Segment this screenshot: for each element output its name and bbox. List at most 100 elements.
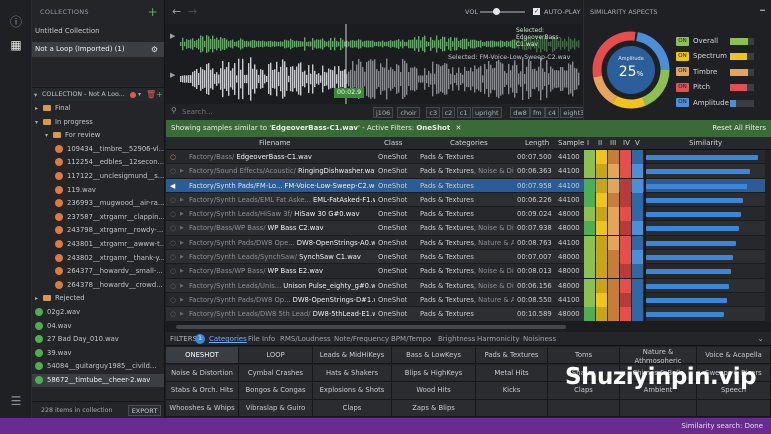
color-dot-icon[interactable] <box>130 92 136 98</box>
collection-item[interactable]: Untitled Collection <box>32 24 164 39</box>
filter-tab[interactable]: Note/Frequency <box>334 332 389 346</box>
gear-icon[interactable]: ⚙ <box>151 42 158 57</box>
playing-icon[interactable]: ◀ <box>170 179 180 193</box>
tree-file[interactable]: 117122__unclesigmund__s... <box>32 170 164 184</box>
play-circle-icon[interactable]: ○ <box>170 207 180 221</box>
aspect-toggle[interactable]: ON <box>676 36 689 46</box>
category-filter[interactable]: Vibraslap & Guiro <box>239 399 313 418</box>
play-icon[interactable]: ▶ <box>180 207 184 221</box>
vertical-scrollbar[interactable] <box>765 150 771 322</box>
table-row[interactable]: ○ ▶ Factory/Bass/WP Bass/WP Bass E2.wav One… <box>166 264 771 279</box>
category-filter[interactable]: Bass & LowKeys <box>392 347 476 365</box>
category-filter[interactable]: ONESHOT <box>166 347 239 365</box>
col-sample[interactable]: Sample <box>555 137 584 150</box>
category-filter[interactable]: Cymbal Crashes <box>239 364 313 382</box>
category-filter[interactable]: Blips & HighKeys <box>392 364 476 382</box>
info-icon[interactable]: ⓘ <box>8 14 24 29</box>
tree-file[interactable]: 58672__timtube__cheer-2.wav <box>32 373 164 388</box>
tag-chip[interactable]: j106 <box>373 107 394 118</box>
delete-icon[interactable]: 🗑 <box>146 88 156 102</box>
tag-chip[interactable]: c3 <box>426 107 441 118</box>
export-button[interactable]: EXPORT <box>128 405 161 416</box>
play-icon[interactable]: ▶ <box>180 293 184 307</box>
table-row[interactable]: ○ ▶ Factory/Synth Leads/Unis... Unison Puls… <box>166 278 771 293</box>
col-iii[interactable]: III <box>607 137 616 150</box>
chevron-down-icon[interactable]: ▾ <box>45 129 53 143</box>
chevron-right-icon[interactable]: ▸ <box>35 102 43 116</box>
category-filter[interactable]: LOOP <box>239 347 313 365</box>
col-categories[interactable]: Categories <box>447 137 488 150</box>
aspect-row[interactable]: ON Overall <box>676 36 766 47</box>
tree-file[interactable]: 243801__xtrgamr__awww-t... <box>32 238 164 252</box>
tree-file[interactable]: 236993__mugwood__air-ra... <box>32 197 164 211</box>
filter-tab[interactable]: Harmonicity <box>477 332 519 346</box>
tree-file[interactable]: 237587__xtrgamr__clappin... <box>32 211 164 225</box>
play-icon[interactable]: ▶ <box>180 236 184 250</box>
chevron-down-icon[interactable]: ⌄ <box>757 332 764 346</box>
tree-file[interactable]: 243802__xtrgamr__thank-y... <box>32 252 164 266</box>
col-ii[interactable]: II <box>595 137 602 150</box>
col-filename[interactable]: Filename <box>256 137 291 150</box>
category-filter[interactable]: Bongos & Congas <box>239 382 313 400</box>
chevron-down-icon[interactable]: ▾ <box>138 88 141 102</box>
tree-folder[interactable]: ▸ Rejected <box>32 292 164 306</box>
tree-file[interactable]: 02g2.wav <box>32 306 164 320</box>
table-row[interactable]: ○ Factory/Bass/EdgeoverBass-C1.wav OneShot… <box>166 150 771 165</box>
close-panel-icon[interactable]: ━ <box>760 6 765 15</box>
tree-file[interactable]: 112254__edbles__12secon... <box>32 156 164 170</box>
play-icon[interactable]: ▶ <box>180 221 184 235</box>
tag-chip[interactable]: c1 <box>456 107 471 118</box>
tag-chip[interactable]: choir <box>397 107 420 118</box>
tree-file[interactable]: 264377__howardv__small-... <box>32 265 164 279</box>
play-icon[interactable]: ▶ <box>180 193 184 207</box>
category-filter[interactable]: Wood Hits <box>392 382 476 400</box>
tree-file[interactable]: 04.wav <box>32 320 164 334</box>
aspect-toggle[interactable]: ON <box>676 98 689 108</box>
filter-tab[interactable]: Categories <box>209 332 247 346</box>
scrollbar-thumb[interactable] <box>176 325 566 329</box>
aspect-toggle[interactable]: ON <box>676 67 689 77</box>
category-filter[interactable]: Explosions & Shots <box>313 382 392 400</box>
tree-file[interactable]: 39.wav <box>32 347 164 361</box>
filter-tab[interactable]: Brightness <box>438 332 475 346</box>
filter-tab[interactable]: Noisiness <box>523 332 556 346</box>
tree-file[interactable]: 27 Bad Day_010.wav <box>32 333 164 347</box>
tree-folder[interactable]: ▾ In progress <box>32 116 164 130</box>
tag-chip[interactable]: c4 <box>545 107 559 118</box>
tree-file[interactable]: 264378__howardv__crowd... <box>32 279 164 293</box>
play-icon[interactable]: ▶ <box>180 307 184 321</box>
volume-slider-handle[interactable] <box>493 8 500 15</box>
aspect-weight-bar[interactable] <box>730 53 754 61</box>
category-filter[interactable]: Stabs & Orch. Hits <box>166 382 239 400</box>
autoplay-checkbox[interactable]: ✓ <box>533 8 540 15</box>
category-filter[interactable]: Kicks <box>476 382 548 400</box>
collapse-icon[interactable]: ▾ <box>34 88 37 102</box>
back-arrow-icon[interactable]: ← <box>172 5 181 18</box>
horizontal-scrollbar[interactable] <box>166 322 771 332</box>
aspect-row[interactable]: ON Amplitude <box>676 98 766 109</box>
tree-file[interactable]: 243798__xtrgamr__rowdy-... <box>32 224 164 238</box>
table-row[interactable]: ○ ▶ Factory/Bass/WP Bass/WP Bass C2.wav One… <box>166 221 771 236</box>
play-circle-icon[interactable]: ○ <box>170 221 180 235</box>
play-circle-icon[interactable]: ○ <box>170 164 180 178</box>
table-row[interactable]: ◀ Factory/Synth Pads/FM-Lo... FM-Voice-Low… <box>166 178 771 193</box>
table-row[interactable]: ○ ▶ Factory/Sound Effects/Acoustic/Ringing… <box>166 164 771 179</box>
aspect-row[interactable]: ON Spectrum <box>676 51 766 62</box>
col-length[interactable]: Length <box>522 137 549 150</box>
tag-chip[interactable]: upright <box>472 107 502 118</box>
settings-sliders-icon[interactable]: ☰ <box>8 394 24 408</box>
filter-tab[interactable]: BPM/Tempo <box>391 332 431 346</box>
aspect-weight-bar[interactable] <box>730 84 754 92</box>
play-circle-icon[interactable]: ○ <box>170 150 180 164</box>
play-circle-icon[interactable]: ○ <box>170 250 180 264</box>
category-filter[interactable]: Claps <box>313 399 392 418</box>
reset-filters-button[interactable]: Reset All Filters <box>712 120 766 137</box>
category-filter[interactable]: Hats & Shakers <box>313 364 392 382</box>
aspect-toggle[interactable]: ON <box>676 51 689 61</box>
play-circle-icon[interactable]: ○ <box>170 293 180 307</box>
tree-file[interactable]: 119.wav <box>32 184 164 198</box>
category-filter[interactable]: Leads & MidHiKeys <box>313 347 392 365</box>
aspect-toggle[interactable]: ON <box>676 82 689 92</box>
play-circle-icon[interactable]: ○ <box>170 193 180 207</box>
chevron-right-icon[interactable]: ▸ <box>35 292 43 306</box>
